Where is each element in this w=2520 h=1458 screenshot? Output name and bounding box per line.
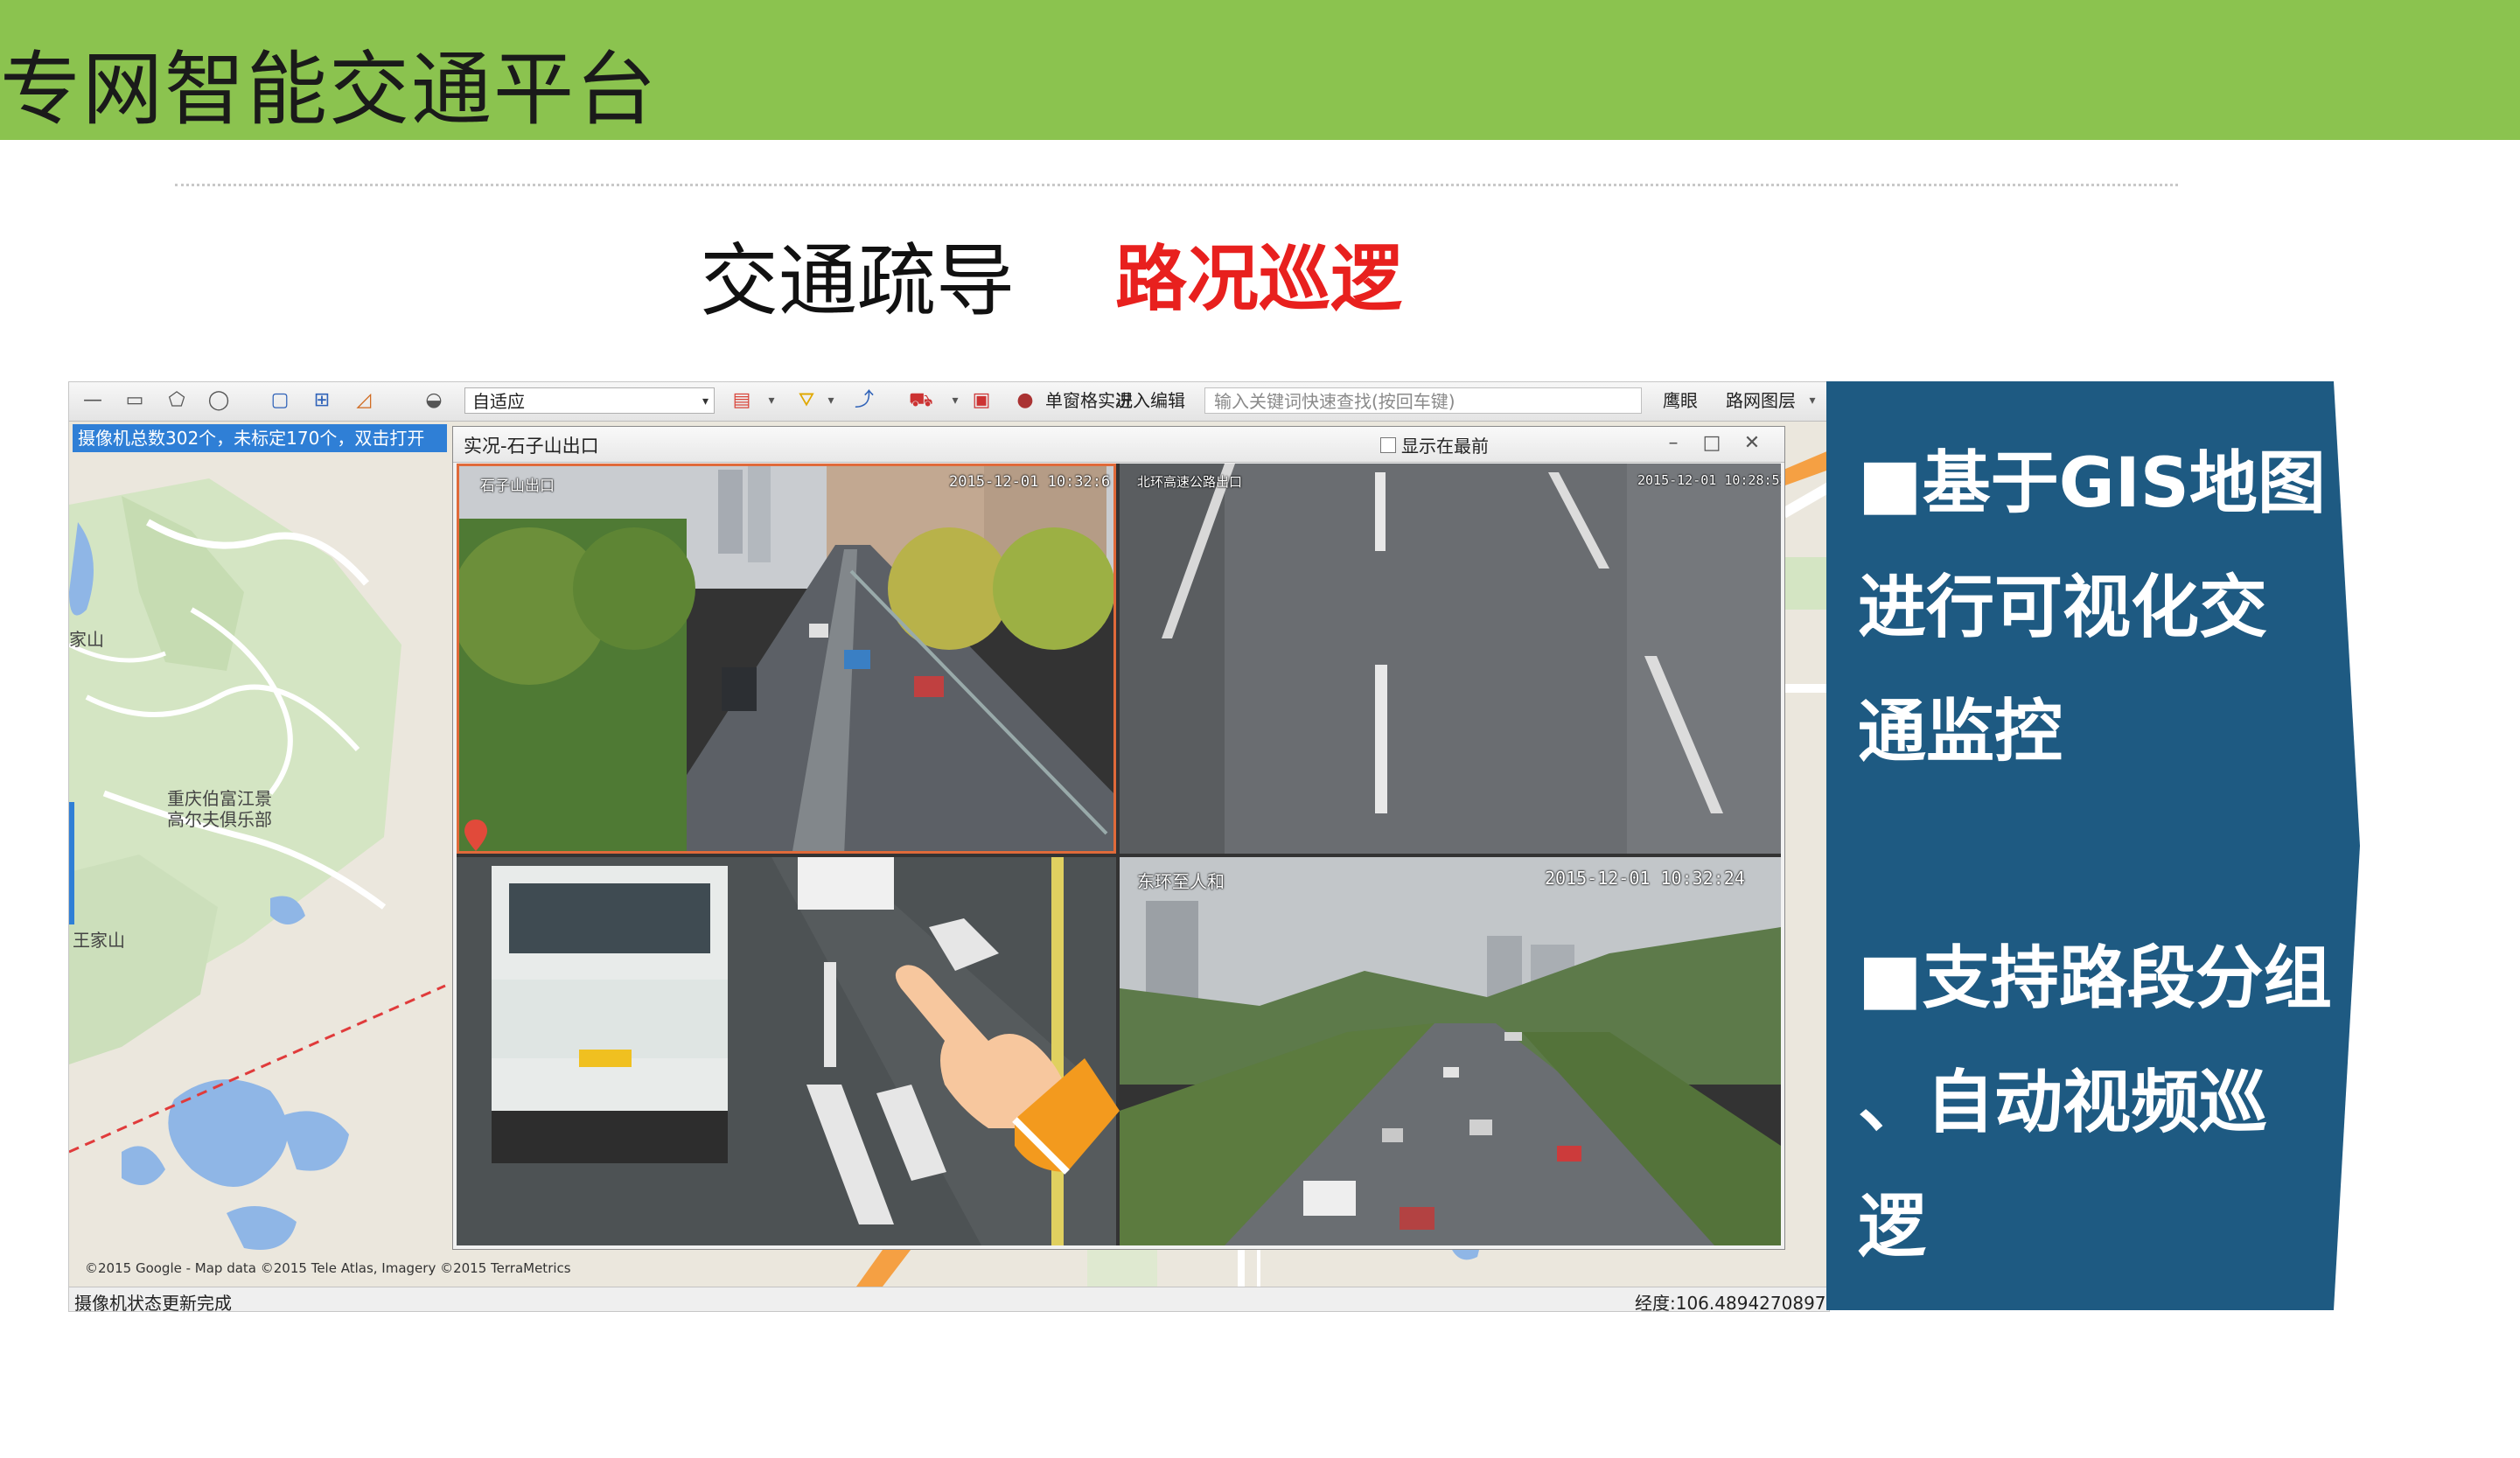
globe-icon[interactable]: ◒	[422, 389, 445, 412]
bullet-2-line-3: 逻	[1858, 1188, 1927, 1266]
minimize-icon[interactable]: –	[1660, 430, 1686, 457]
header-banner: 专网智能交通平台	[0, 0, 2520, 140]
place-label: 王家山	[73, 930, 125, 951]
enter-edit-button[interactable]: 进入编辑	[1115, 389, 1185, 412]
bullet-1-line-1: ■基于GIS地图	[1858, 444, 2326, 523]
toolbar: — ▭ ⬠ ◯ ▢ ⊞ ◿ ◒ 自适应 ▾ ▤ ▾ ⛛ ▾ ⤴ ⛟ ▾ ▣ ● …	[69, 382, 1829, 422]
road-layer-button[interactable]: 路网图层	[1726, 389, 1796, 412]
camera-name-overlay: 北环高速公路出口	[1137, 474, 1243, 490]
vehicle-icon[interactable]: ⛟	[909, 389, 933, 412]
locate-icon[interactable]: ⤴	[853, 389, 876, 412]
coordinate-readout: 经度:106.4894270897	[1635, 1293, 1826, 1312]
layers-icon[interactable]: ▤	[730, 389, 753, 412]
status-bar: 摄像机状态更新完成 经度:106.4894270897	[69, 1287, 1829, 1312]
bullet-1-line-3: 通监控	[1858, 693, 2063, 771]
search-input[interactable]: 输入关键词快速查找(按回车键)	[1204, 387, 1642, 414]
window-icon[interactable]: ▢	[269, 389, 291, 412]
map-pin-icon	[464, 820, 487, 851]
chart-icon[interactable]: ◿	[353, 389, 375, 412]
chevron-down-icon: ▾	[702, 394, 709, 408]
timestamp-overlay: 2015-12-01 10:32:6	[949, 473, 1111, 491]
poi-label-line2: 高尔夫俱乐部	[167, 809, 272, 830]
zoom-select-value: 自适应	[472, 391, 525, 412]
bullet-2-line-2: 、自动视频巡	[1858, 1064, 2268, 1142]
chevron-down-icon[interactable]: ▾	[944, 389, 967, 412]
divider	[175, 184, 2178, 186]
circle-select-icon[interactable]: ◯	[207, 389, 230, 412]
bullet-1-line-2: 进行可视化交	[1858, 569, 2268, 647]
rect-select-icon[interactable]: ▭	[123, 389, 146, 412]
camera-name-overlay: 东环至人和	[1137, 871, 1225, 892]
chevron-down-icon[interactable]: ▾	[820, 389, 842, 412]
video-window-title: 实况-石子山出口	[464, 436, 599, 457]
chevron-down-icon[interactable]: ▾	[760, 389, 783, 412]
line-tool-icon[interactable]: —	[81, 389, 104, 412]
zoom-select[interactable]: 自适应 ▾	[464, 387, 715, 414]
eagle-eye-button[interactable]: 鹰眼	[1663, 389, 1698, 412]
always-on-top-checkbox[interactable]	[1380, 437, 1396, 453]
always-on-top-label: 显示在最前	[1401, 436, 1489, 457]
subtitle-primary: 交通疏导	[700, 235, 1015, 327]
close-icon[interactable]: ✕	[1739, 430, 1765, 457]
place-label: 家山	[69, 629, 104, 650]
camera-name-overlay: 石子山出口	[480, 478, 555, 495]
camera-count-banner: 摄像机总数302个，未标定170个，双击打开	[73, 424, 447, 452]
polygon-select-icon[interactable]: ⬠	[165, 389, 188, 412]
poi-label: 重庆伯富江景 高尔夫俱乐部	[167, 788, 272, 830]
filter-icon[interactable]: ⛛	[795, 389, 818, 412]
chevron-down-icon[interactable]: ▾	[1801, 389, 1824, 412]
map-attribution: ©2015 Google - Map data ©2015 Tele Atlas…	[85, 1260, 571, 1276]
timestamp-overlay: 2015-12-01 10:32:24	[1545, 868, 1745, 889]
video-window-titlebar[interactable]: 实况-石子山出口 显示在最前 – □ ✕	[453, 427, 1784, 463]
video-cell[interactable]: 东环至人和 2015-12-01 10:32:24	[1120, 857, 1781, 1245]
video-cell[interactable]: 北环高速公路出口 2015-12-01 10:28:52	[1120, 464, 1781, 854]
record-icon[interactable]: ●	[1014, 389, 1037, 412]
subtitle-highlight: 路况巡逻	[1115, 238, 1403, 321]
poi-label-line1: 重庆伯富江景	[167, 788, 272, 809]
bullet-2-line-1: ■支持路段分组	[1858, 939, 2332, 1018]
status-message: 摄像机状态更新完成	[74, 1293, 232, 1312]
video-cell[interactable]: 石子山出口 2015-12-01 10:32:6	[457, 464, 1116, 854]
grid-icon[interactable]: ⊞	[311, 389, 333, 412]
timestamp-overlay: 2015-12-01 10:28:52	[1637, 472, 1781, 488]
pointing-hand-icon	[895, 965, 1120, 1175]
snapshot-icon[interactable]: ▣	[970, 389, 993, 412]
page-title: 专网智能交通平台	[0, 43, 659, 136]
maximize-icon[interactable]: □	[1699, 430, 1725, 457]
